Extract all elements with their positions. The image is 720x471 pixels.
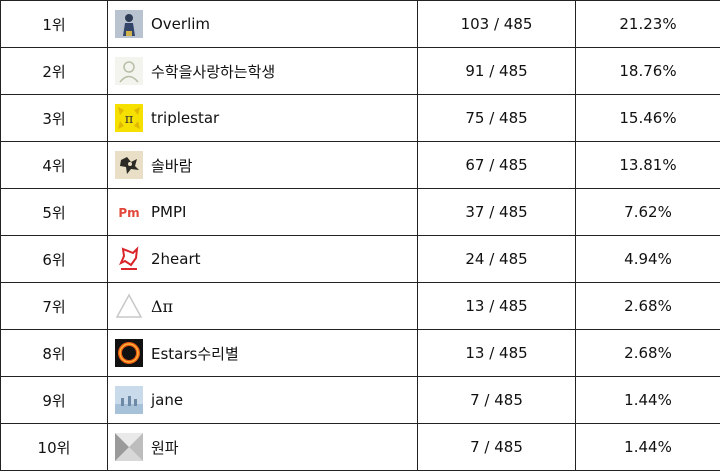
table-row: 4위 솔바람 67 / 485 13.81% <box>1 142 720 189</box>
rank-cell: 2위 <box>1 48 108 95</box>
percent-cell: 7.62% <box>576 189 720 236</box>
score-cell: 91 / 485 <box>418 48 576 95</box>
user-name[interactable]: 솔바람 <box>151 155 192 176</box>
table-row: 1위 Overlim 103 / 485 21.23% <box>1 1 720 48</box>
percent-cell: 2.68% <box>576 283 720 330</box>
person-figure-icon <box>115 10 143 38</box>
gray-geometric-icon <box>115 433 143 461</box>
user-cell: Pm PMPI <box>108 189 418 236</box>
user-cell: jane <box>108 377 418 424</box>
user-name[interactable]: triplestar <box>151 109 219 127</box>
user-cell: 원파 <box>108 424 418 471</box>
score-cell: 67 / 485 <box>418 142 576 189</box>
user-name[interactable]: Δπ <box>151 297 173 316</box>
landscape-photo-icon <box>115 386 143 414</box>
svg-text:π: π <box>125 112 134 127</box>
user-name[interactable]: 수학을사랑하는학생 <box>151 61 275 82</box>
score-cell: 24 / 485 <box>418 236 576 283</box>
table-row: 10위 원파 7 / 485 1.44% <box>1 424 720 471</box>
percent-cell: 2.68% <box>576 330 720 377</box>
table-row: 3위 π triplestar 75 / 485 15.46% <box>1 95 720 142</box>
table-row: 7위 Δπ 13 / 485 2.68% <box>1 283 720 330</box>
score-cell: 7 / 485 <box>418 424 576 471</box>
percent-cell: 18.76% <box>576 48 720 95</box>
percent-cell: 21.23% <box>576 1 720 48</box>
character-icon <box>115 151 143 179</box>
user-cell: 솔바람 <box>108 142 418 189</box>
percent-cell: 15.46% <box>576 95 720 142</box>
user-cell: Δπ <box>108 283 418 330</box>
rank-cell: 8위 <box>1 330 108 377</box>
score-cell: 7 / 485 <box>418 377 576 424</box>
svg-text:Pm: Pm <box>118 206 139 220</box>
ranking-table: 1위 Overlim 103 / 485 21.23% 2위 <box>0 0 720 471</box>
default-user-icon <box>115 57 143 85</box>
user-name[interactable]: PMPI <box>151 203 186 221</box>
user-cell: 수학을사랑하는학생 <box>108 48 418 95</box>
table-row: 5위 Pm PMPI 37 / 485 7.62% <box>1 189 720 236</box>
triangle-outline-icon <box>115 292 143 320</box>
pm-logo-icon: Pm <box>115 198 143 226</box>
griffin-logo-icon <box>115 245 143 273</box>
percent-cell: 1.44% <box>576 377 720 424</box>
table-row: 8위 Estars수리별 13 / 485 2.68% <box>1 330 720 377</box>
user-name[interactable]: Estars수리별 <box>151 343 239 364</box>
user-name[interactable]: 2heart <box>151 250 201 268</box>
rank-cell: 7위 <box>1 283 108 330</box>
rank-cell: 9위 <box>1 377 108 424</box>
rank-cell: 1위 <box>1 1 108 48</box>
table-row: 6위 2heart 24 / 485 4.94% <box>1 236 720 283</box>
user-name[interactable]: 원파 <box>151 437 179 458</box>
score-cell: 13 / 485 <box>418 283 576 330</box>
score-cell: 103 / 485 <box>418 1 576 48</box>
rank-cell: 4위 <box>1 142 108 189</box>
table-row: 9위 jane 7 / 485 1.44% <box>1 377 720 424</box>
fire-ring-icon <box>115 339 143 367</box>
rank-cell: 3위 <box>1 95 108 142</box>
score-cell: 37 / 485 <box>418 189 576 236</box>
user-cell: 2heart <box>108 236 418 283</box>
rank-cell: 6위 <box>1 236 108 283</box>
rank-cell: 10위 <box>1 424 108 471</box>
score-cell: 75 / 485 <box>418 95 576 142</box>
percent-cell: 13.81% <box>576 142 720 189</box>
user-cell: π triplestar <box>108 95 418 142</box>
score-cell: 13 / 485 <box>418 330 576 377</box>
table-row: 2위 수학을사랑하는학생 91 / 485 18.76% <box>1 48 720 95</box>
percent-cell: 4.94% <box>576 236 720 283</box>
user-name[interactable]: Overlim <box>151 15 210 33</box>
pi-badge-icon: π <box>115 104 143 132</box>
rank-cell: 5위 <box>1 189 108 236</box>
user-cell: Estars수리별 <box>108 330 418 377</box>
user-cell: Overlim <box>108 1 418 48</box>
percent-cell: 1.44% <box>576 424 720 471</box>
user-name[interactable]: jane <box>151 391 183 409</box>
